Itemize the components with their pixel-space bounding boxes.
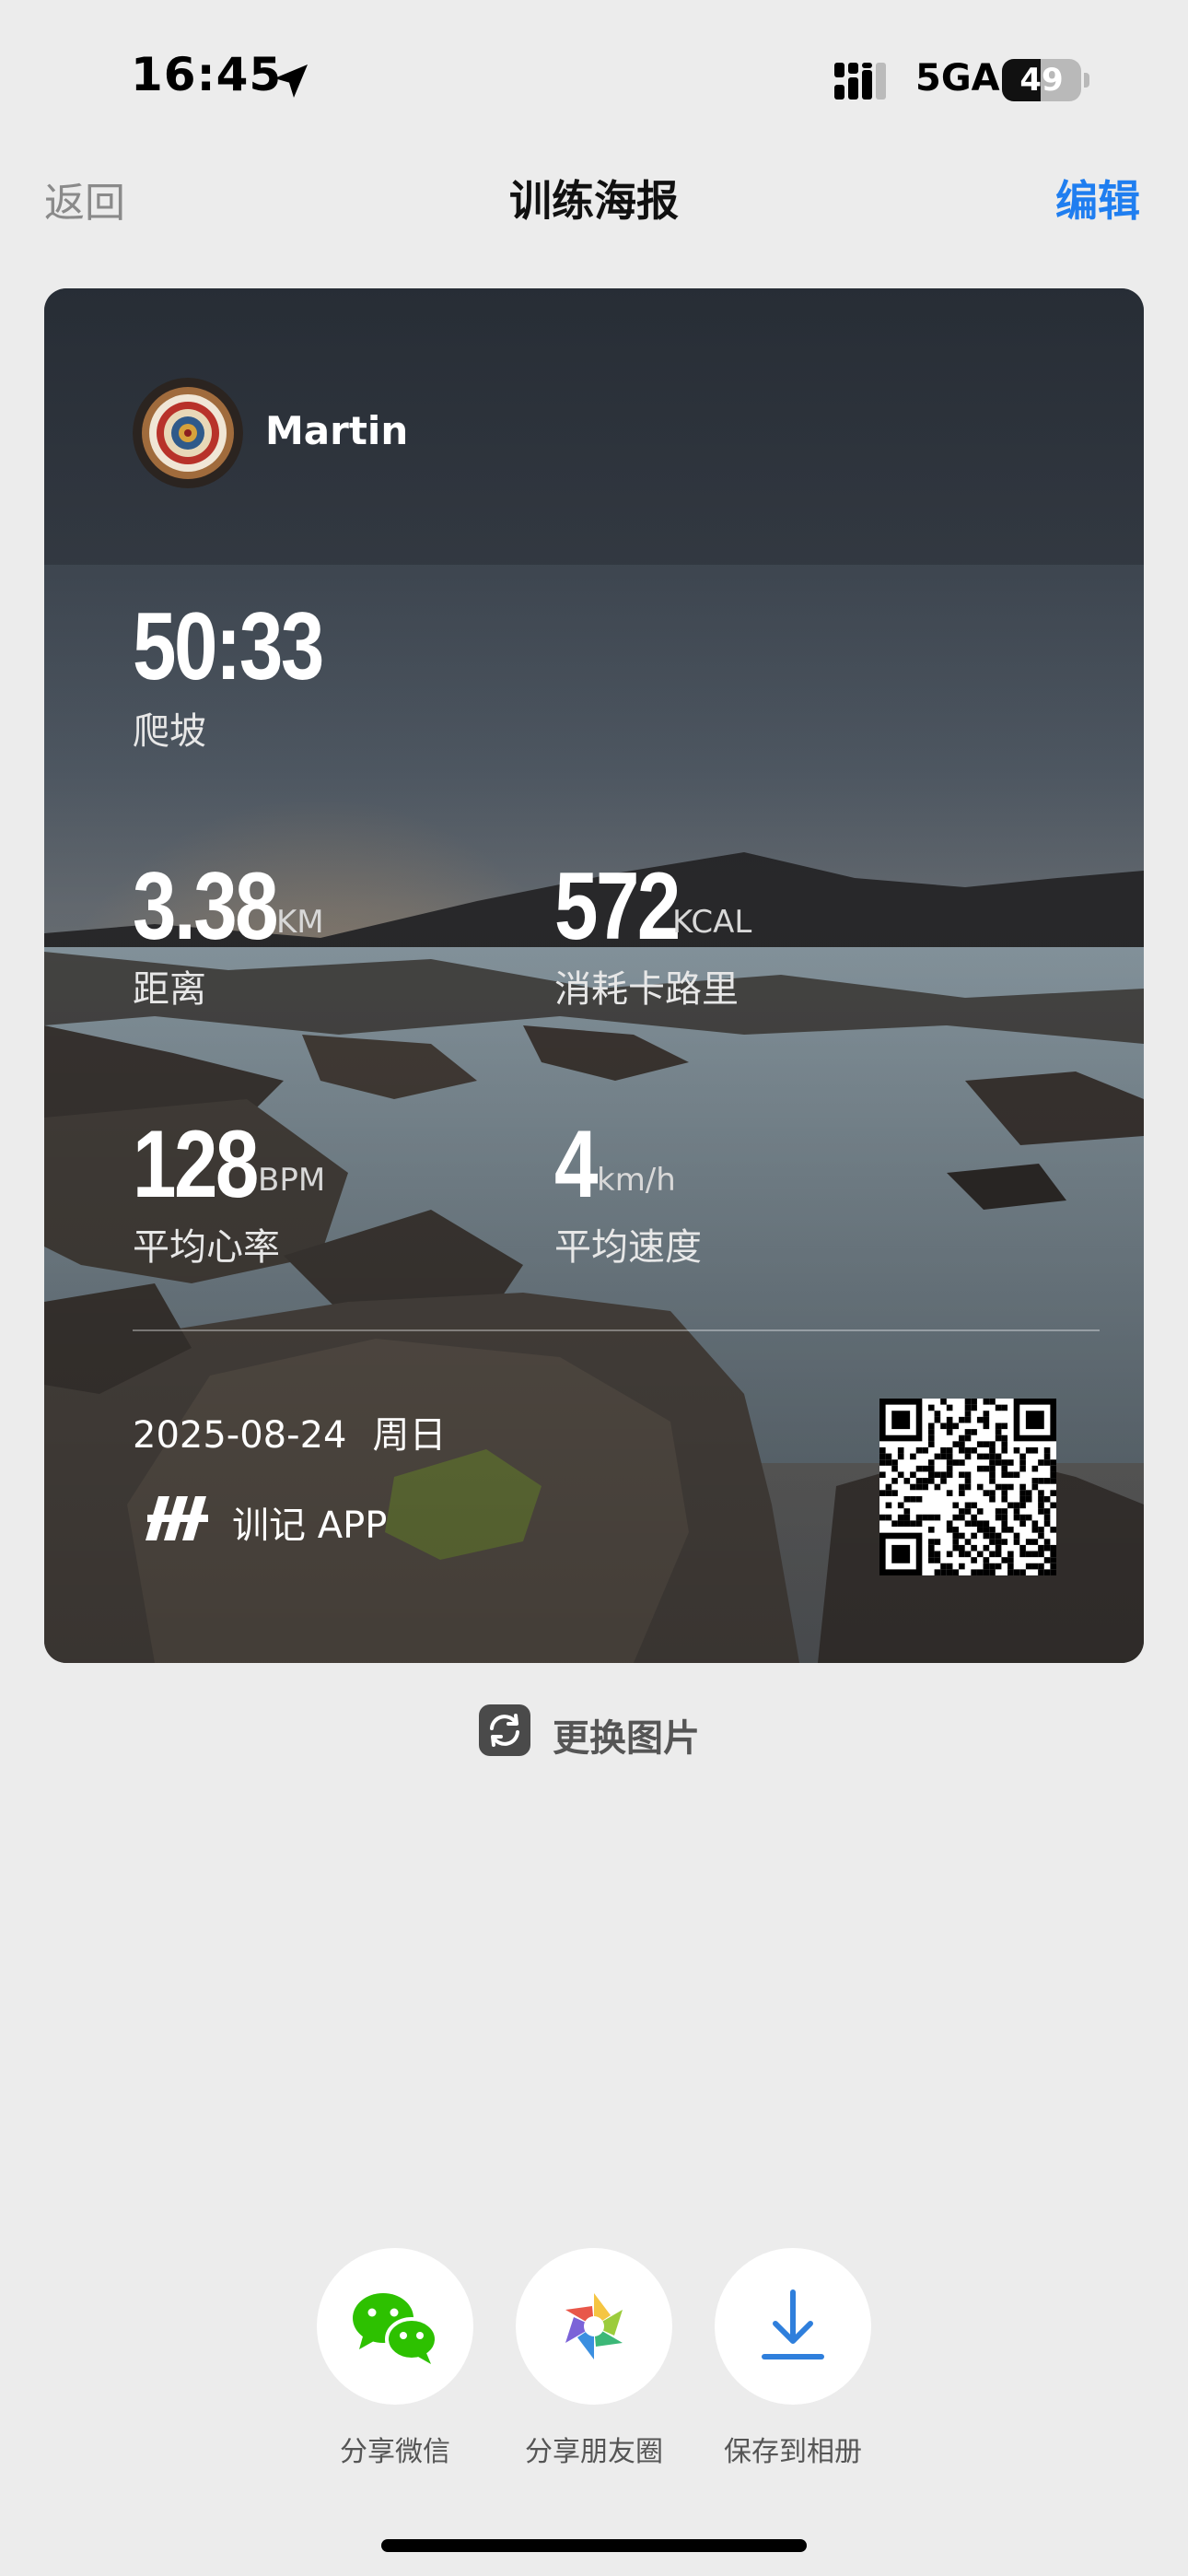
weekday-value: 周日 <box>372 1414 447 1457</box>
speed-label: 平均速度 <box>554 1226 702 1269</box>
edit-button[interactable]: 编辑 <box>1055 168 1140 228</box>
download-icon <box>762 2289 824 2359</box>
training-poster: Martin 50:33 爬坡 3.38 KM 距离 572 KCAL 消耗卡路… <box>44 288 1144 1663</box>
heart-rate-label: 平均心率 <box>133 1226 280 1269</box>
wechat-icon <box>353 2293 438 2364</box>
battery-indicator: 49 <box>1002 59 1090 101</box>
distance-unit: KM <box>276 904 324 941</box>
brand-logo-icon <box>146 1496 208 1540</box>
signal-icon <box>834 63 886 100</box>
date-value: 2025-08-24 <box>133 1414 347 1457</box>
calories-label: 消耗卡路里 <box>554 968 739 1011</box>
share-moments-label: 分享朋友圈 <box>525 2436 663 2468</box>
share-moments-button[interactable]: 分享朋友圈 <box>516 2248 672 2468</box>
status-time: 16:45 <box>131 48 283 101</box>
duration-value: 50:33 <box>133 593 324 700</box>
poster-date: 2025-08-24 周日 <box>133 1405 446 1458</box>
training-poster-screen: 16:45 5GA 49 返回 训练海报 编辑 Martin 50:33 爬坡 … <box>0 0 1188 2576</box>
calories-value: 572 <box>554 853 681 960</box>
heart-rate-unit: BPM <box>258 1162 326 1199</box>
speed-unit: km/h <box>597 1162 676 1199</box>
brand-name: 训记 APP <box>232 1505 388 1547</box>
change-photo-label: 更换图片 <box>553 1717 700 1760</box>
save-to-album-label: 保存到相册 <box>724 2436 862 2468</box>
network-label: 5GA <box>915 57 1000 100</box>
swap-image-icon <box>479 1704 530 1756</box>
share-wechat-label: 分享微信 <box>340 2436 450 2468</box>
poster-divider <box>133 1329 1100 1331</box>
page-title: 训练海报 <box>509 176 679 226</box>
distance-label: 距离 <box>133 968 206 1011</box>
heart-rate-value: 128 <box>133 1111 259 1218</box>
user-name: Martin <box>265 408 409 453</box>
speed-value: 4 <box>554 1111 598 1218</box>
activity-type-label: 爬坡 <box>133 710 206 753</box>
save-to-album-button[interactable]: 保存到相册 <box>715 2248 871 2468</box>
location-arrow-icon <box>274 64 308 98</box>
moments-icon <box>565 2293 623 2359</box>
share-wechat-button[interactable]: 分享微信 <box>317 2248 473 2468</box>
home-indicator <box>381 2539 807 2552</box>
qr-code <box>879 1399 1056 1575</box>
battery-level: 49 <box>1019 62 1064 99</box>
distance-value: 3.38 <box>133 853 279 960</box>
avatar <box>133 378 243 488</box>
calories-unit: KCAL <box>672 904 752 941</box>
